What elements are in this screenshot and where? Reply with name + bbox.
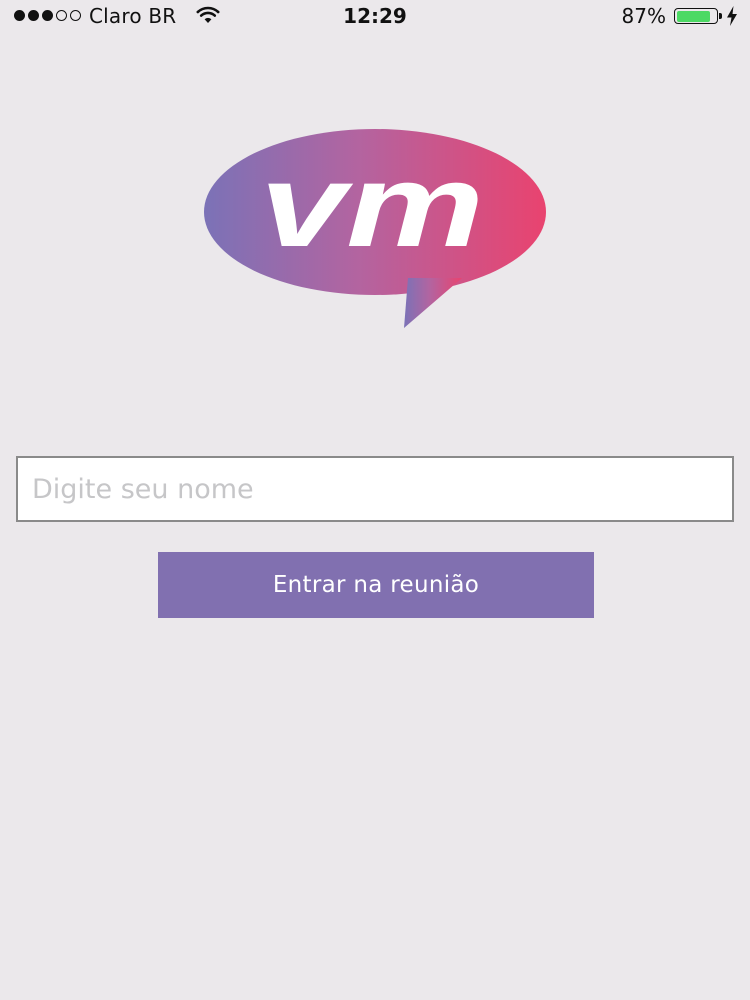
logo-text: vm [260,140,484,272]
battery-icon [674,8,718,24]
battery-percentage: 87% [621,4,666,28]
vm-logo: vm [204,129,546,328]
lightning-bolt-icon [727,6,737,26]
battery-level-fill [676,10,711,22]
battery-tip [719,13,722,19]
join-meeting-button[interactable]: Entrar na reunião [158,552,594,618]
name-input[interactable] [16,456,734,522]
status-bar: Claro BR 12:29 87% [0,0,750,32]
